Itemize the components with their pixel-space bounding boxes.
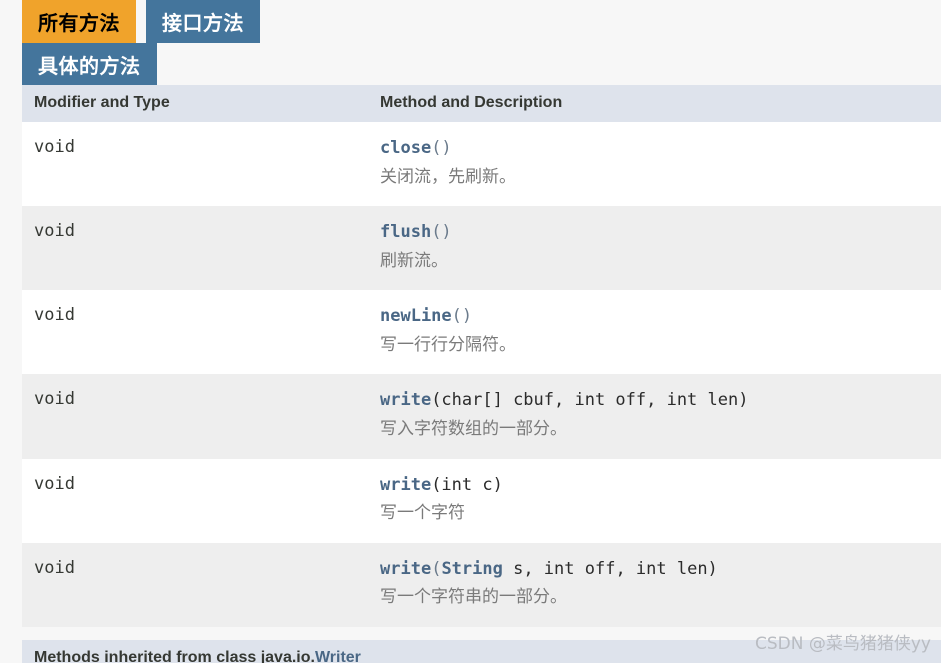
inherited-methods-title: Methods inherited from class java.io.Wri…	[22, 640, 941, 663]
method-name-link[interactable]: close	[380, 138, 431, 158]
cell-method-description: write(int c) 写一个字符	[376, 458, 941, 543]
column-header-method-and-description: Method and Description	[376, 85, 941, 122]
method-summary-table: Modifier and Type Method and Description…	[22, 85, 941, 627]
cell-modifier-type: void	[22, 374, 376, 459]
cell-modifier-type: void	[22, 206, 376, 291]
method-description-text: 写一行行分隔符。	[380, 334, 516, 355]
method-signature-open-paren: (	[431, 558, 442, 579]
cell-modifier-type: void	[22, 542, 376, 627]
cell-method-description: flush() 刷新流。	[376, 206, 941, 291]
method-signature-params: ()	[431, 138, 452, 158]
tab-all-methods[interactable]: 所有方法	[22, 0, 136, 43]
method-signature-params: ()	[431, 222, 452, 243]
cell-modifier-type: void	[22, 290, 376, 375]
method-signature-params: s, int off, int len)	[502, 558, 718, 579]
method-signature-params: ()	[451, 306, 473, 327]
tab-row-secondary: 具体的方法	[22, 43, 941, 85]
tab-concrete-methods-label: 具体的方法	[38, 55, 141, 78]
inherited-methods-prefix: Methods inherited from class java.io.	[34, 649, 315, 663]
tab-interface-methods[interactable]: 接口方法	[146, 0, 260, 43]
column-header-modifier-and-type: Modifier and Type	[22, 85, 376, 122]
tab-concrete-methods[interactable]: 具体的方法	[22, 43, 157, 85]
method-name-link[interactable]: write	[380, 559, 431, 579]
cell-method-description: write(char[] cbuf, int off, int len) 写入字…	[376, 374, 941, 459]
method-description-text: 关闭流，先刷新。	[380, 166, 516, 187]
table-row: void write(String s, int off, int len) 写…	[22, 542, 941, 627]
table-row: void close() 关闭流，先刷新。	[22, 122, 941, 207]
table-body: void close() 关闭流，先刷新。 void flush() 刷新流。 …	[22, 122, 941, 627]
method-description-text: 写一个字符	[380, 503, 465, 524]
method-tab-strip: 所有方法 接口方法 具体的方法	[22, 0, 941, 85]
cell-method-description: write(String s, int off, int len) 写一个字符串…	[376, 542, 941, 627]
cell-modifier-type: void	[22, 122, 376, 207]
cell-method-description: close() 关闭流，先刷新。	[376, 122, 941, 207]
table-row: void newLine() 写一行行分隔符。	[22, 290, 941, 375]
method-signature-params: (char[] cbuf, int off, int len)	[431, 390, 749, 411]
method-signature[interactable]: write(char[] cbuf, int off, int len)	[380, 388, 929, 413]
method-signature[interactable]: close()	[380, 136, 929, 161]
method-signature-params: (int c)	[431, 474, 503, 495]
tab-spacer	[136, 0, 146, 1]
inherited-methods-section: Methods inherited from class java.io.Wri…	[22, 640, 941, 663]
table-row: void write(int c) 写一个字符	[22, 458, 941, 543]
inherited-class-link[interactable]: Writer	[315, 649, 361, 663]
table-header-row: Modifier and Type Method and Description	[22, 85, 941, 122]
method-signature[interactable]: write(int c)	[380, 473, 929, 498]
method-description-text: 刷新流。	[380, 250, 448, 271]
method-signature[interactable]: newLine()	[380, 304, 929, 329]
method-description-text: 写一个字符串的一部分。	[380, 587, 567, 608]
cell-modifier-type: void	[22, 458, 376, 543]
method-name-link[interactable]: write	[380, 475, 431, 495]
table-row: void flush() 刷新流。	[22, 206, 941, 291]
table-row: void write(char[] cbuf, int off, int len…	[22, 374, 941, 459]
method-signature[interactable]: flush()	[380, 220, 929, 245]
tab-interface-methods-label: 接口方法	[162, 13, 244, 35]
tab-all-methods-label: 所有方法	[38, 13, 120, 35]
table-header: Modifier and Type Method and Description	[22, 85, 941, 122]
parameter-type-link[interactable]: String	[441, 559, 502, 579]
method-name-link[interactable]: write	[380, 390, 431, 410]
tab-row-primary: 所有方法 接口方法	[22, 0, 941, 43]
method-name-link[interactable]: flush	[380, 222, 431, 242]
method-signature[interactable]: write(String s, int off, int len)	[380, 557, 929, 582]
cell-method-description: newLine() 写一行行分隔符。	[376, 290, 941, 375]
method-description-text: 写入字符数组的一部分。	[380, 419, 567, 440]
method-name-link[interactable]: newLine	[380, 306, 452, 326]
